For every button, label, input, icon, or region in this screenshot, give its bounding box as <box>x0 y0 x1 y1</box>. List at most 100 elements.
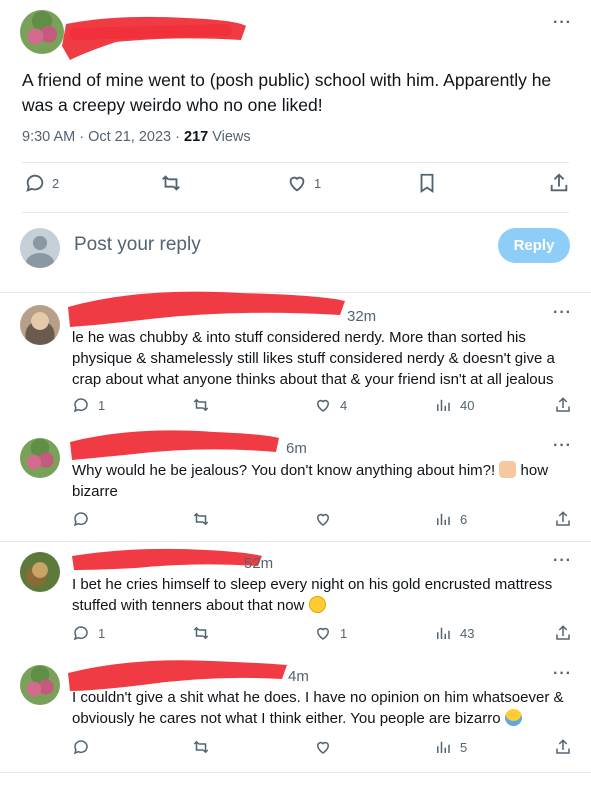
like-count: 1 <box>314 175 322 191</box>
avatar[interactable] <box>20 438 60 478</box>
share-action[interactable] <box>554 396 572 414</box>
retweet-icon <box>162 175 180 191</box>
retweet-action[interactable] <box>192 396 210 414</box>
more-options-icon[interactable]: ··· <box>553 665 572 683</box>
views-count: 6 <box>460 511 468 527</box>
like-action[interactable]: 4 <box>314 396 347 414</box>
share-icon <box>556 625 570 640</box>
more-options-icon[interactable]: ··· <box>553 304 572 322</box>
bookmark-icon <box>420 173 434 193</box>
views-action[interactable]: 43 <box>434 624 474 642</box>
share-action[interactable] <box>548 172 570 194</box>
reply-icon <box>73 398 88 413</box>
reply-item[interactable]: 32m ··· le he was chubby & into stuff co… <box>0 291 591 429</box>
reply-item[interactable]: 52m ··· I bet he cries himself to sleep … <box>0 542 591 652</box>
heart-icon <box>316 627 330 640</box>
like-action[interactable] <box>314 510 332 528</box>
views-count: 40 <box>460 397 475 413</box>
divider <box>22 212 569 213</box>
divider <box>22 162 569 163</box>
reply-action[interactable]: 1 <box>72 396 105 414</box>
more-options-icon[interactable]: ··· <box>553 14 572 32</box>
heart-icon <box>289 176 305 192</box>
retweet-icon <box>193 512 209 526</box>
tweet-time[interactable]: 9:30 AM · Oct 21, 2023 · <box>22 129 184 145</box>
retweet-action[interactable] <box>192 624 210 642</box>
like-action[interactable] <box>314 738 332 756</box>
reply-icon <box>73 626 88 641</box>
retweet-action[interactable] <box>192 738 210 756</box>
reply-actions: 1 4 40 <box>0 396 591 418</box>
share-action[interactable] <box>554 738 572 756</box>
reply-icon <box>73 740 88 755</box>
reply-count: 1 <box>98 625 106 641</box>
heart-icon <box>316 513 330 526</box>
share-action[interactable] <box>554 624 572 642</box>
analytics-icon <box>437 399 450 411</box>
reply-icon <box>73 512 88 527</box>
views-action[interactable]: 40 <box>434 396 474 414</box>
reply-count: 1 <box>98 397 106 413</box>
share-icon <box>556 511 570 526</box>
redaction-mark <box>72 548 262 570</box>
share-icon <box>550 173 568 192</box>
heart-icon <box>316 741 330 754</box>
reply-actions: 1 1 43 <box>0 624 591 646</box>
reply-text-block: I couldn't give a shit what he does. I h… <box>72 687 572 729</box>
retweet-icon <box>193 740 209 754</box>
analytics-icon <box>437 741 450 753</box>
share-action[interactable] <box>554 510 572 528</box>
man-shrugging-emoji-icon <box>499 461 517 478</box>
reply-actions: 5 <box>0 738 591 760</box>
default-avatar-icon <box>20 228 60 268</box>
reply-text-block: Why would he be jealous? You don't know … <box>72 460 572 502</box>
like-count: 1 <box>340 625 348 641</box>
retweet-icon <box>193 626 209 640</box>
avatar[interactable] <box>20 305 60 345</box>
views-action[interactable]: 5 <box>434 738 467 756</box>
smirking-face-emoji-icon <box>308 596 326 613</box>
like-action[interactable]: 1 <box>314 624 347 642</box>
reply-action[interactable] <box>72 738 90 756</box>
tweet-meta: 9:30 AM · Oct 21, 2023 · 217 Views <box>22 129 251 145</box>
reply-action[interactable]: 1 <box>72 624 105 642</box>
reply-text: Why would he be jealous? You don't know … <box>72 462 496 479</box>
views-count: 43 <box>460 625 475 641</box>
reply-text: le he was chubby & into stuff considered… <box>72 329 555 388</box>
reply-time[interactable]: 6m <box>286 440 307 457</box>
like-count: 4 <box>340 397 348 413</box>
views-count: 217 <box>184 129 209 145</box>
share-icon <box>556 397 570 412</box>
reply-time[interactable]: 52m <box>244 555 273 572</box>
reply-actions: 6 <box>0 510 591 532</box>
tweet-text: A friend of mine went to (posh public) s… <box>22 70 552 115</box>
reply-count: 2 <box>52 175 60 191</box>
more-options-icon[interactable]: ··· <box>553 552 572 570</box>
more-options-icon[interactable]: ··· <box>553 437 572 455</box>
reply-action[interactable]: 2 <box>24 172 59 194</box>
reply-text: I couldn't give a shit what he does. I h… <box>72 689 564 727</box>
divider <box>0 772 591 773</box>
views-count: 5 <box>460 739 468 755</box>
reply-item[interactable]: 6m ··· Why would he be jealous? You don'… <box>0 430 591 540</box>
reply-time[interactable]: 32m <box>347 308 376 325</box>
reply-button[interactable]: Reply <box>498 228 570 263</box>
reply-action[interactable] <box>72 510 90 528</box>
reply-item[interactable]: 4m ··· I couldn't give a shit what he do… <box>0 655 591 770</box>
reply-input[interactable]: Post your reply <box>74 234 201 256</box>
retweet-icon <box>193 398 209 412</box>
retweet-action[interactable] <box>160 172 182 194</box>
bookmark-action[interactable] <box>416 172 438 194</box>
views-label: Views <box>208 129 251 145</box>
reply-icon <box>26 174 44 192</box>
share-icon <box>556 739 570 754</box>
reply-text-block: I bet he cries himself to sleep every ni… <box>72 574 572 616</box>
reply-time[interactable]: 4m <box>288 668 309 685</box>
retweet-action[interactable] <box>192 510 210 528</box>
analytics-icon <box>437 513 450 525</box>
avatar[interactable] <box>20 665 60 705</box>
heart-icon <box>316 399 330 412</box>
like-action[interactable]: 1 <box>286 172 321 194</box>
avatar[interactable] <box>20 552 60 592</box>
views-action[interactable]: 6 <box>434 510 467 528</box>
